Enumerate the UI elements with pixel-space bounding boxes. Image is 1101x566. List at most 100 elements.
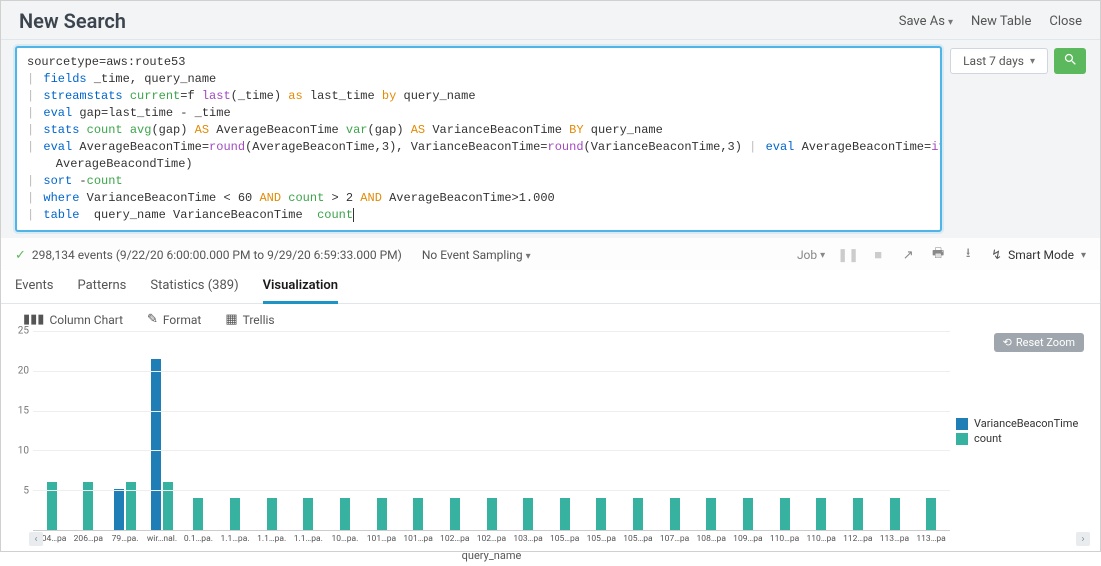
bar-count[interactable]	[633, 498, 643, 530]
bar-variance[interactable]	[151, 359, 161, 530]
x-tick-label: 79…pa.	[110, 534, 140, 544]
bar-count[interactable]	[706, 498, 716, 530]
bar-pair[interactable]: 109…pa.	[733, 331, 763, 530]
bar-pair[interactable]: 206…pa.	[74, 331, 104, 530]
events-count-text: 298,134 events (9/22/20 6:00:00.000 PM t…	[32, 248, 402, 262]
bar-pair[interactable]: 113…pa.	[880, 331, 910, 530]
plot-area[interactable]: 104…pa.206…pa.79…pa.wir…nal.0.1…pa.1.1…p…	[33, 331, 950, 531]
x-tick-label: 1.1…pa.	[257, 534, 287, 544]
chart-area: ⟲ Reset Zoom 510152025 104…pa.206…pa.79……	[1, 331, 1100, 566]
x-tick-label: 101…pa.	[367, 534, 397, 544]
x-tick-label: 109…pa.	[733, 534, 763, 544]
pencil-icon: ✎	[147, 312, 158, 327]
tab-events[interactable]: Events	[15, 278, 53, 303]
trellis-button[interactable]: ▦ Trellis	[225, 312, 274, 327]
bar-count[interactable]	[230, 498, 240, 530]
bar-pair[interactable]: 110…pa.	[806, 331, 836, 530]
time-range-picker[interactable]: Last 7 days	[950, 48, 1048, 74]
bar-count[interactable]	[523, 498, 533, 530]
bar-count[interactable]	[340, 498, 350, 530]
share-icon[interactable]: ↗	[901, 248, 915, 263]
bar-count[interactable]	[926, 498, 936, 530]
tab-statistics[interactable]: Statistics (389)	[150, 278, 238, 303]
x-tick-label: 112…pa.	[843, 534, 873, 544]
close-button[interactable]: Close	[1049, 14, 1082, 29]
status-bar: ✓ 298,134 events (9/22/20 6:00:00.000 PM…	[1, 238, 1100, 270]
bar-pair[interactable]: 105…pa.	[623, 331, 653, 530]
bar-pair[interactable]: 101…pa.	[403, 331, 433, 530]
x-tick-label: 113…pa.	[880, 534, 910, 544]
bar-pair[interactable]: wir…nal.	[147, 331, 177, 530]
check-icon: ✓	[15, 248, 26, 263]
page-left-button[interactable]: ‹	[29, 532, 43, 546]
x-tick-label: 101…pa.	[403, 534, 433, 544]
bar-count[interactable]	[890, 498, 900, 530]
new-table-button[interactable]: New Table	[971, 14, 1031, 29]
bar-count[interactable]	[450, 498, 460, 530]
bar-count[interactable]	[743, 498, 753, 530]
stop-icon[interactable]: ■	[871, 247, 885, 263]
bar-variance[interactable]	[114, 489, 124, 530]
bar-count[interactable]	[413, 498, 423, 530]
bar-pair[interactable]: 10…pa.	[330, 331, 360, 530]
bar-pair[interactable]: 104…pa.	[37, 331, 67, 530]
bar-pair[interactable]: 110…pa.	[770, 331, 800, 530]
bar-pair[interactable]: 102…pa.	[477, 331, 507, 530]
search-input[interactable]: sourcetype=aws:route53| fields _time, qu…	[15, 46, 942, 232]
bar-count[interactable]	[303, 498, 313, 530]
x-tick-label: wir…nal.	[147, 534, 177, 544]
y-tick: 25	[11, 326, 29, 337]
print-icon[interactable]: 🖶	[931, 244, 945, 266]
bar-pair[interactable]: 0.1…pa.	[184, 331, 214, 530]
bar-count[interactable]	[596, 498, 606, 530]
x-tick-label: 102…pa.	[477, 534, 507, 544]
pause-icon[interactable]: ❚❚	[841, 248, 855, 263]
download-icon[interactable]: ⭳	[961, 244, 975, 266]
bar-count[interactable]	[780, 498, 790, 530]
bar-count[interactable]	[670, 498, 680, 530]
event-sampling-dropdown[interactable]: No Event Sampling	[422, 248, 531, 262]
bar-count[interactable]	[487, 498, 497, 530]
bar-pair[interactable]: 105…pa.	[550, 331, 580, 530]
save-as-button[interactable]: Save As	[899, 14, 953, 29]
tab-visualization[interactable]: Visualization	[263, 278, 338, 304]
bar-pair[interactable]: 1.1…pa.	[257, 331, 287, 530]
bar-pair[interactable]: 101…pa.	[367, 331, 397, 530]
x-tick-label: 105…pa.	[550, 534, 580, 544]
bar-pair[interactable]: 112…pa.	[843, 331, 873, 530]
bar-pair[interactable]: 79…pa.	[110, 331, 140, 530]
x-tick-label: 107…pa.	[660, 534, 690, 544]
x-tick-label: 110…pa.	[770, 534, 800, 544]
bar-pair[interactable]: 1.1…pa.	[293, 331, 323, 530]
x-tick-label: 103…pa.	[513, 534, 543, 544]
bar-count[interactable]	[560, 498, 570, 530]
format-button[interactable]: ✎ Format	[147, 312, 201, 327]
bar-count[interactable]	[816, 498, 826, 530]
smart-mode-dropdown[interactable]: Smart Mode	[991, 248, 1086, 263]
bar-pair[interactable]: 108…pa.	[697, 331, 727, 530]
page-title: New Search	[19, 9, 126, 33]
search-button[interactable]	[1054, 48, 1086, 74]
bar-pair[interactable]: 105…pa.	[587, 331, 617, 530]
page-right-button[interactable]: ›	[1076, 532, 1090, 546]
job-menu[interactable]: Job	[797, 248, 825, 262]
bar-pair[interactable]: 107…pa.	[660, 331, 690, 530]
bar-count[interactable]	[267, 498, 277, 530]
tab-patterns[interactable]: Patterns	[77, 278, 126, 303]
bar-pair[interactable]: 1.1…pa.	[220, 331, 250, 530]
y-tick: 20	[11, 366, 29, 377]
bar-pair[interactable]: 103…pa.	[513, 331, 543, 530]
bar-pair[interactable]: 113…pa.	[916, 331, 946, 530]
bar-count[interactable]	[193, 498, 203, 530]
bar-pair[interactable]: 102…pa.	[440, 331, 470, 530]
result-tabs: Events Patterns Statistics (389) Visuali…	[1, 270, 1100, 304]
search-row: sourcetype=aws:route53| fields _time, qu…	[1, 40, 1100, 238]
chart-type-picker[interactable]: ▮▮▮ Column Chart	[23, 312, 123, 327]
x-tick-label: 206…pa.	[74, 534, 104, 544]
x-tick-label: 113…pa.	[916, 534, 946, 544]
x-tick-label: 102…pa.	[440, 534, 470, 544]
bar-count[interactable]	[853, 498, 863, 530]
bar-count[interactable]	[377, 498, 387, 530]
legend-variance: VarianceBeaconTime	[974, 417, 1078, 430]
x-tick-label: 1.1…pa.	[293, 534, 323, 544]
